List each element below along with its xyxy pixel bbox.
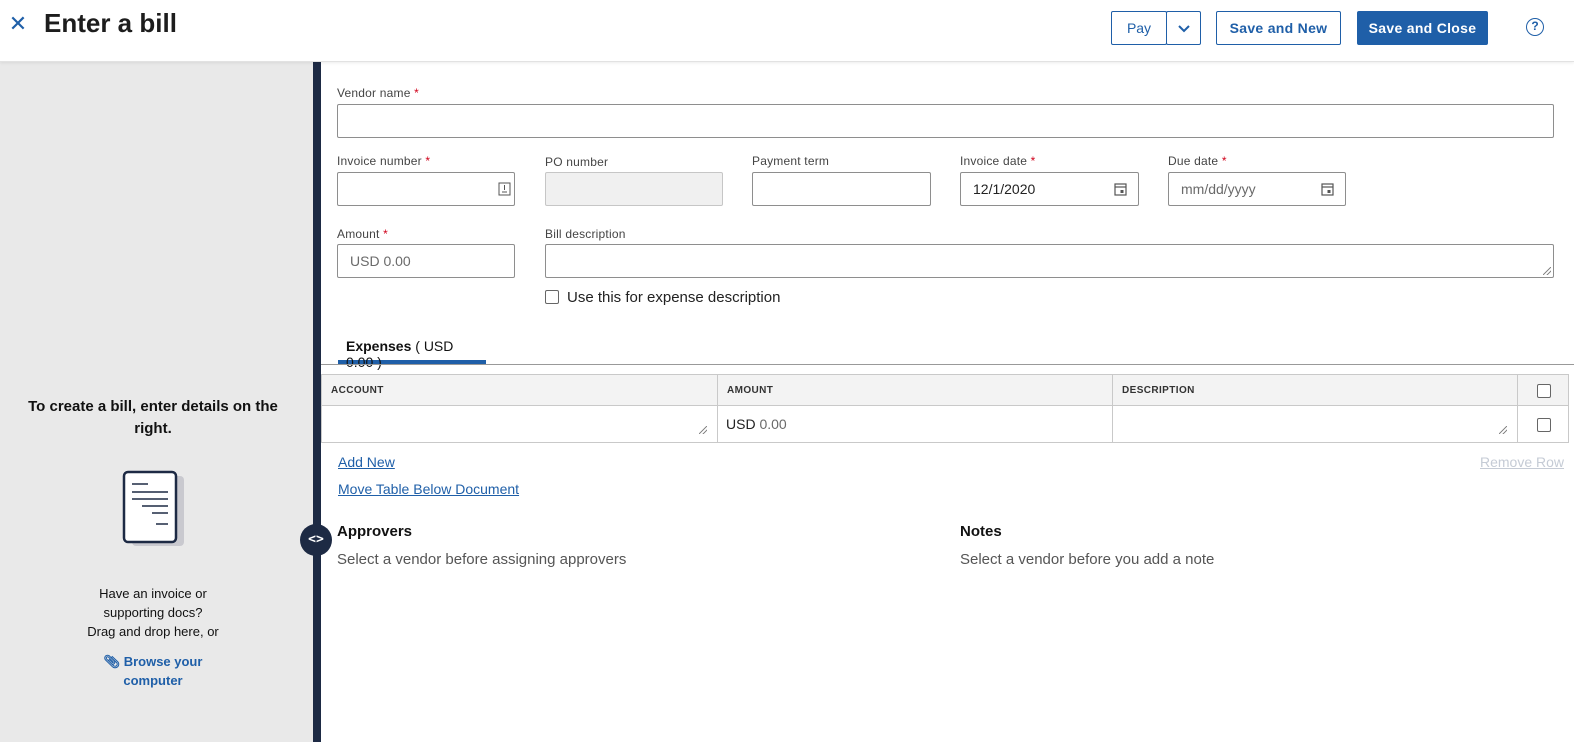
due-date-label: Due date * xyxy=(1168,154,1227,168)
column-header-amount: AMOUNT xyxy=(717,374,1113,406)
resize-handle-icon[interactable] xyxy=(1499,426,1507,434)
amount-input[interactable]: USD 0.00 xyxy=(337,244,515,278)
bill-description-input[interactable] xyxy=(545,244,1554,278)
vendor-name-label: Vendor name * xyxy=(337,86,420,100)
pay-options-dropdown[interactable] xyxy=(1166,11,1201,45)
approvers-title: Approvers xyxy=(337,523,413,540)
account-cell-input[interactable] xyxy=(321,405,718,443)
remove-row-link[interactable]: Remove Row xyxy=(1480,454,1564,470)
pay-button[interactable]: Pay xyxy=(1111,11,1167,45)
vendor-name-input[interactable] xyxy=(337,104,1554,138)
expense-description-checkbox[interactable] xyxy=(545,290,559,304)
panel-divider[interactable] xyxy=(313,62,321,742)
page-title: Enter a bill xyxy=(44,8,177,38)
approvers-text: Select a vendor before assigning approve… xyxy=(337,551,627,568)
tab-expenses[interactable]: Expenses ( USD 0.00 ) xyxy=(338,328,486,370)
amount-label: Amount * xyxy=(337,227,388,241)
add-new-link[interactable]: Add New xyxy=(338,454,395,470)
payment-term-label: Payment term xyxy=(752,154,830,168)
expense-description-checkbox-label: Use this for expense description xyxy=(567,289,781,306)
po-number-label: PO number xyxy=(545,155,609,169)
column-header-account: ACCOUNT xyxy=(321,374,718,406)
invoice-date-label: Invoice date * xyxy=(960,154,1036,168)
resize-handle-icon[interactable] xyxy=(1543,267,1551,275)
upload-heading: To create a bill, enter details on the r… xyxy=(28,398,278,437)
tab-underline xyxy=(321,364,1574,365)
auto-number-icon[interactable] xyxy=(498,182,511,196)
save-and-close-button[interactable]: Save and Close xyxy=(1357,11,1488,45)
payment-term-input[interactable] xyxy=(752,172,931,206)
notes-title: Notes xyxy=(960,523,1002,540)
po-number-input xyxy=(545,172,723,206)
move-table-link[interactable]: Move Table Below Document xyxy=(338,481,519,497)
invoice-number-label: Invoice number * xyxy=(337,154,431,168)
page-header: ✕ Enter a bill Pay Save and New Save and… xyxy=(0,0,1574,62)
close-icon[interactable]: ✕ xyxy=(6,10,30,38)
chevron-down-icon xyxy=(1177,25,1190,33)
column-header-description: DESCRIPTION xyxy=(1112,374,1518,406)
amount-cell-input[interactable]: USD 0.00 xyxy=(717,405,1113,443)
row-select-cell xyxy=(1517,405,1569,443)
save-and-new-button[interactable]: Save and New xyxy=(1216,11,1341,45)
resize-handle-icon[interactable] xyxy=(699,426,707,434)
document-icon xyxy=(122,470,184,546)
browse-computer-link[interactable]: 📎︎ Browse your computer xyxy=(90,652,216,690)
upload-instructions: Have an invoice or supporting docs? Drag… xyxy=(87,586,219,639)
calendar-icon[interactable] xyxy=(1114,182,1127,196)
paperclip-icon: 📎︎ xyxy=(103,654,121,669)
calendar-icon[interactable] xyxy=(1321,182,1334,196)
select-all-checkbox[interactable] xyxy=(1537,384,1551,398)
row-select-checkbox[interactable] xyxy=(1537,418,1551,432)
notes-text: Select a vendor before you add a note xyxy=(960,551,1215,568)
invoice-number-input[interactable] xyxy=(337,172,515,206)
panel-resize-toggle[interactable]: <> xyxy=(300,524,332,556)
due-date-input[interactable]: mm/dd/yyyy xyxy=(1168,172,1346,206)
description-cell-input[interactable] xyxy=(1112,405,1518,443)
help-icon[interactable]: ? xyxy=(1526,18,1544,36)
column-header-select xyxy=(1517,374,1569,406)
invoice-date-input[interactable]: 12/1/2020 xyxy=(960,172,1139,206)
bill-description-label: Bill description xyxy=(545,227,626,241)
